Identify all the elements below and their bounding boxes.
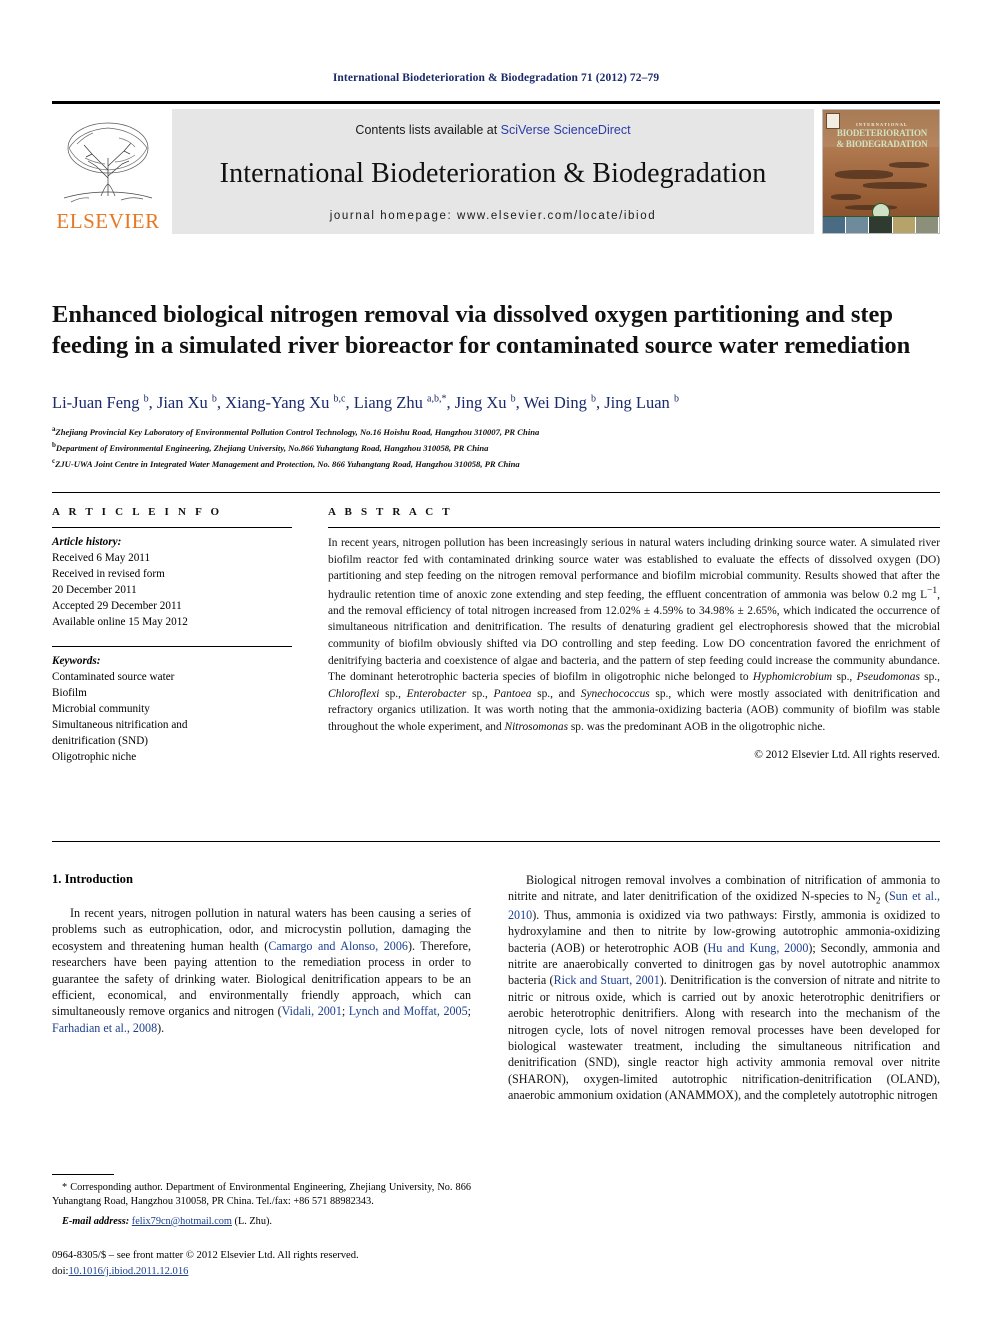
doi-prefix: doi: [52,1265,69,1277]
doi-link[interactable]: 10.1016/j.ibiod.2011.12.016 [68,1266,188,1277]
article-history-line: Received 6 May 2011 [52,552,151,565]
keywords-block: Keywords: Contaminated source water Biofi… [52,647,292,765]
keyword-item: Simultaneous nitrification and [52,719,188,732]
keyword-item: Oligotrophic niche [52,751,137,764]
abstract-label: A B S T R A C T [328,506,453,518]
abstract-column: A B S T R A C T In recent years, nitroge… [328,506,940,761]
keyword-item: Biofilm [52,687,87,700]
article-history-line: 20 December 2011 [52,584,137,597]
keyword-lines: Contaminated source water Biofilm Microbia… [52,669,292,765]
abstract-copyright: © 2012 Elsevier Ltd. All rights reserved… [754,749,940,762]
affiliation-item: bDepartment of Environmental Engineering… [52,440,489,453]
corresponding-email-line: E-mail address: felix79cn@hotmail.com (L… [52,1215,471,1229]
cover-title-line2: & BIODEGRADATION [836,138,928,149]
contents-list-line: Contents lists available at SciVerse Sci… [355,123,630,137]
issn-line: 0964-8305/$ – see front matter © 2012 El… [52,1250,359,1261]
affiliation-item: aZhejiang Provincial Key Laboratory of E… [52,425,540,437]
article-history-heading: Article history: [52,536,122,548]
journal-band: Contents lists available at SciVerse Sci… [172,109,814,234]
keyword-item: denitrification (SND) [52,735,149,748]
journal-title: International Biodeterioration & Biodegr… [219,157,767,189]
abstract-bottom-rule [52,841,940,842]
contents-prefix: Contents lists available at [355,123,501,137]
sciencedirect-link[interactable]: SciVerse ScienceDirect [501,123,631,137]
email-label: E-mail address: [62,1215,130,1227]
section-heading-introduction: 1. Introduction [52,872,133,886]
elsevier-logo: ELSEVIER [52,109,164,234]
info-top-rule [52,492,940,493]
cover-title: INTERNATIONAL BIODETERIORATION & BIODEGR… [829,122,935,149]
article-history-block: Article history: Received 6 May 2011 Rece… [52,528,292,630]
article-history-line: Accepted 29 December 2011 [52,600,182,613]
journal-masthead: ELSEVIER Contents lists available at Sci… [52,101,940,236]
article-history-lines: Received 6 May 2011 Received in revised f… [52,550,292,630]
cover-photo-strip [823,216,939,233]
article-page: International Biodeterioration & Biodegr… [0,0,992,1323]
affiliation-list: aZhejiang Provincial Key Laboratory of E… [52,424,932,471]
footnote-divider [52,1174,114,1175]
article-history-line: Available online 15 May 2012 [52,616,188,629]
abstract-text: In recent years, nitrogen pollution has … [328,537,940,733]
email-suffix: (L. Zhu). [234,1215,272,1227]
keyword-item: Contaminated source water [52,671,175,684]
journal-homepage[interactable]: journal homepage: www.elsevier.com/locat… [330,210,656,222]
article-info-column: A R T I C L E I N F O Article history: R… [52,506,292,765]
cover-supertitle: INTERNATIONAL [856,122,908,127]
running-head: International Biodeterioration & Biodegr… [332,72,660,84]
corresponding-author-text: * Corresponding author. Department of En… [52,1182,471,1208]
author-list: Li-Juan Feng b, Jian Xu b, Xiang-Yang Xu… [52,393,679,412]
article-title: Enhanced biological nitrogen removal via… [52,301,911,360]
article-info-label: A R T I C L E I N F O [52,506,223,518]
imprint-block: 0964-8305/$ – see front matter © 2012 El… [52,1248,512,1279]
article-history-line: Received in revised form [52,568,165,581]
intro-paragraph-left: In recent years, nitrogen pollution in n… [52,906,472,1035]
intro-paragraph-right: Biological nitrogen removal involves a c… [508,873,940,1103]
elsevier-wordmark: ELSEVIER [56,209,160,233]
body-column-left: 1. Introduction In recent years, nitroge… [52,872,471,1036]
doi-line: doi:10.1016/j.ibiod.2011.12.016 [52,1264,512,1280]
abstract-rule [328,527,940,528]
cover-title-line1: BIODETERIORATION [836,128,928,139]
body-column-right: Biological nitrogen removal involves a c… [508,872,940,1103]
journal-cover-thumbnail[interactable]: INTERNATIONAL BIODETERIORATION & BIODEGR… [822,109,940,234]
corresponding-author-footnote: * Corresponding author. Department of En… [52,1174,471,1229]
corresponding-email-link[interactable]: felix79cn@hotmail.com [132,1216,232,1227]
keyword-item: Microbial community [52,703,150,716]
affiliation-item: cZJU-UWA Joint Centre in Integrated Wate… [52,456,520,469]
keywords-heading: Keywords: [52,655,101,668]
elsevier-tree-icon [63,122,153,203]
